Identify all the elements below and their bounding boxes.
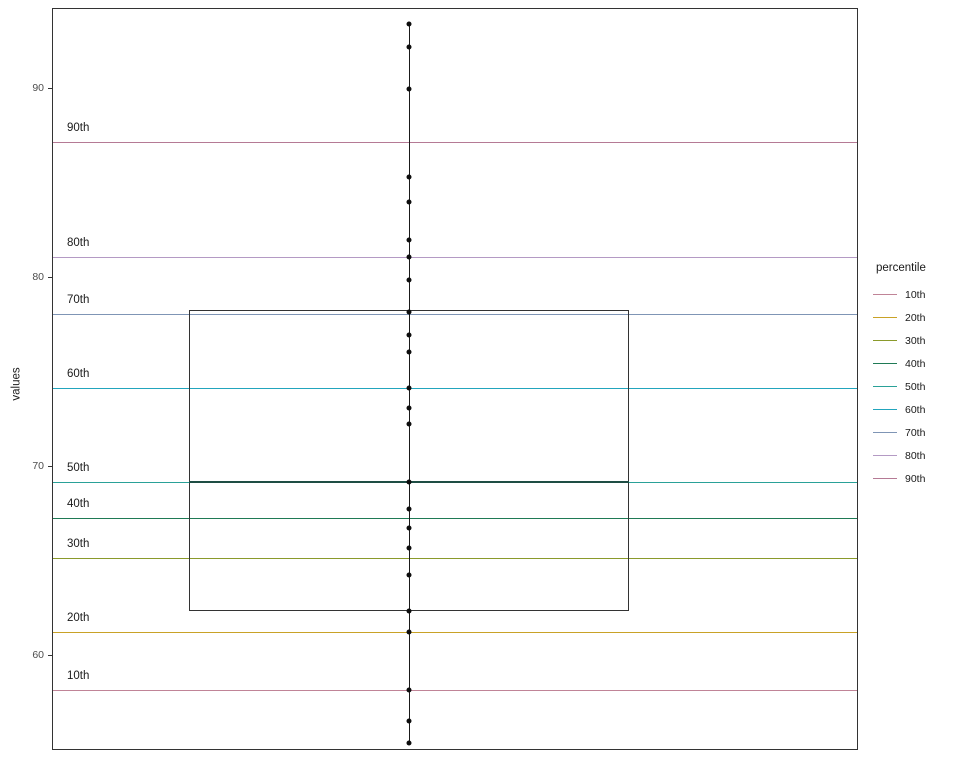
chart-root: values 60 70 80 90 10th 20th 30th 40th 50th 60th… xyxy=(0,0,960,768)
legend-line-swatch-icon xyxy=(872,378,898,395)
legend-item-label: 70th xyxy=(905,426,926,439)
data-point xyxy=(406,525,412,531)
percentile-annotation-10th: 10th xyxy=(67,670,90,683)
percentile-annotation-70th: 70th xyxy=(67,293,90,306)
y-axis-title-text: values xyxy=(11,367,23,401)
legend-item-label: 80th xyxy=(905,449,926,462)
boxplot-box xyxy=(189,309,629,611)
data-point xyxy=(406,237,412,243)
data-point xyxy=(406,608,412,614)
percentile-annotation-20th: 20th xyxy=(67,611,90,624)
percentile-annotation-50th: 50th xyxy=(67,462,90,475)
reference-line-10th xyxy=(53,690,857,692)
legend-line-swatch-icon xyxy=(872,401,898,418)
data-point xyxy=(406,545,412,551)
legend: percentile 10th 20th 30th 40th 50th 60th 70th 8… xyxy=(872,262,958,490)
legend-item-60th[interactable]: 60th xyxy=(872,398,958,421)
y-axis-tick-label: 80 xyxy=(32,270,44,283)
data-point xyxy=(406,86,412,91)
legend-item-label: 10th xyxy=(905,288,926,301)
data-point xyxy=(406,254,412,260)
legend-line-swatch-icon xyxy=(872,470,898,487)
legend-item-20th[interactable]: 20th xyxy=(872,306,958,329)
legend-item-label: 60th xyxy=(905,403,926,416)
data-point xyxy=(406,309,412,315)
legend-items: 10th 20th 30th 40th 50th 60th 70th 80th 90th xyxy=(872,283,958,490)
legend-title: percentile xyxy=(876,262,926,274)
legend-item-label: 90th xyxy=(905,472,926,485)
data-point xyxy=(406,405,412,411)
plot-panel: 10th 20th 30th 40th 50th 60th 70th 80th 90th xyxy=(52,8,858,750)
legend-line-swatch-icon xyxy=(872,355,898,372)
data-point xyxy=(406,174,412,180)
y-axis-tick-label: 90 xyxy=(32,81,44,94)
data-point xyxy=(406,332,412,338)
legend-item-label: 20th xyxy=(905,311,926,324)
legend-item-10th[interactable]: 10th xyxy=(872,283,958,306)
legend-item-30th[interactable]: 30th xyxy=(872,329,958,352)
data-point xyxy=(406,740,412,746)
data-point xyxy=(406,277,412,283)
data-point xyxy=(406,199,412,205)
data-point xyxy=(406,506,412,512)
data-point xyxy=(406,421,412,427)
legend-item-label: 50th xyxy=(905,380,926,393)
y-axis-tick-label: 60 xyxy=(32,649,44,662)
data-point xyxy=(406,21,412,27)
data-point xyxy=(406,44,412,50)
legend-item-label: 30th xyxy=(905,334,926,347)
data-point xyxy=(406,629,412,635)
legend-item-40th[interactable]: 40th xyxy=(872,352,958,375)
percentile-annotation-80th: 80th xyxy=(67,236,90,249)
data-point xyxy=(406,687,412,693)
legend-line-swatch-icon xyxy=(872,286,898,303)
legend-line-swatch-icon xyxy=(872,424,898,441)
reference-line-80th xyxy=(53,256,857,258)
data-point xyxy=(406,718,412,724)
legend-item-label: 40th xyxy=(905,357,926,370)
reference-line-20th xyxy=(53,631,857,633)
legend-line-swatch-icon xyxy=(872,332,898,349)
legend-item-50th[interactable]: 50th xyxy=(872,375,958,398)
percentile-annotation-60th: 60th xyxy=(67,367,90,380)
legend-item-90th[interactable]: 90th xyxy=(872,467,958,490)
data-point xyxy=(406,479,412,485)
legend-line-swatch-icon xyxy=(872,447,898,464)
y-axis-tick-label: 70 xyxy=(32,460,44,473)
legend-line-swatch-icon xyxy=(872,309,898,326)
legend-item-70th[interactable]: 70th xyxy=(872,421,958,444)
data-point xyxy=(406,385,412,391)
data-point xyxy=(406,349,412,355)
data-point xyxy=(406,572,412,578)
reference-line-90th xyxy=(53,141,857,143)
percentile-annotation-30th: 30th xyxy=(67,537,90,550)
percentile-annotation-40th: 40th xyxy=(67,498,90,511)
percentile-annotation-90th: 90th xyxy=(67,121,90,134)
legend-item-80th[interactable]: 80th xyxy=(872,444,958,467)
